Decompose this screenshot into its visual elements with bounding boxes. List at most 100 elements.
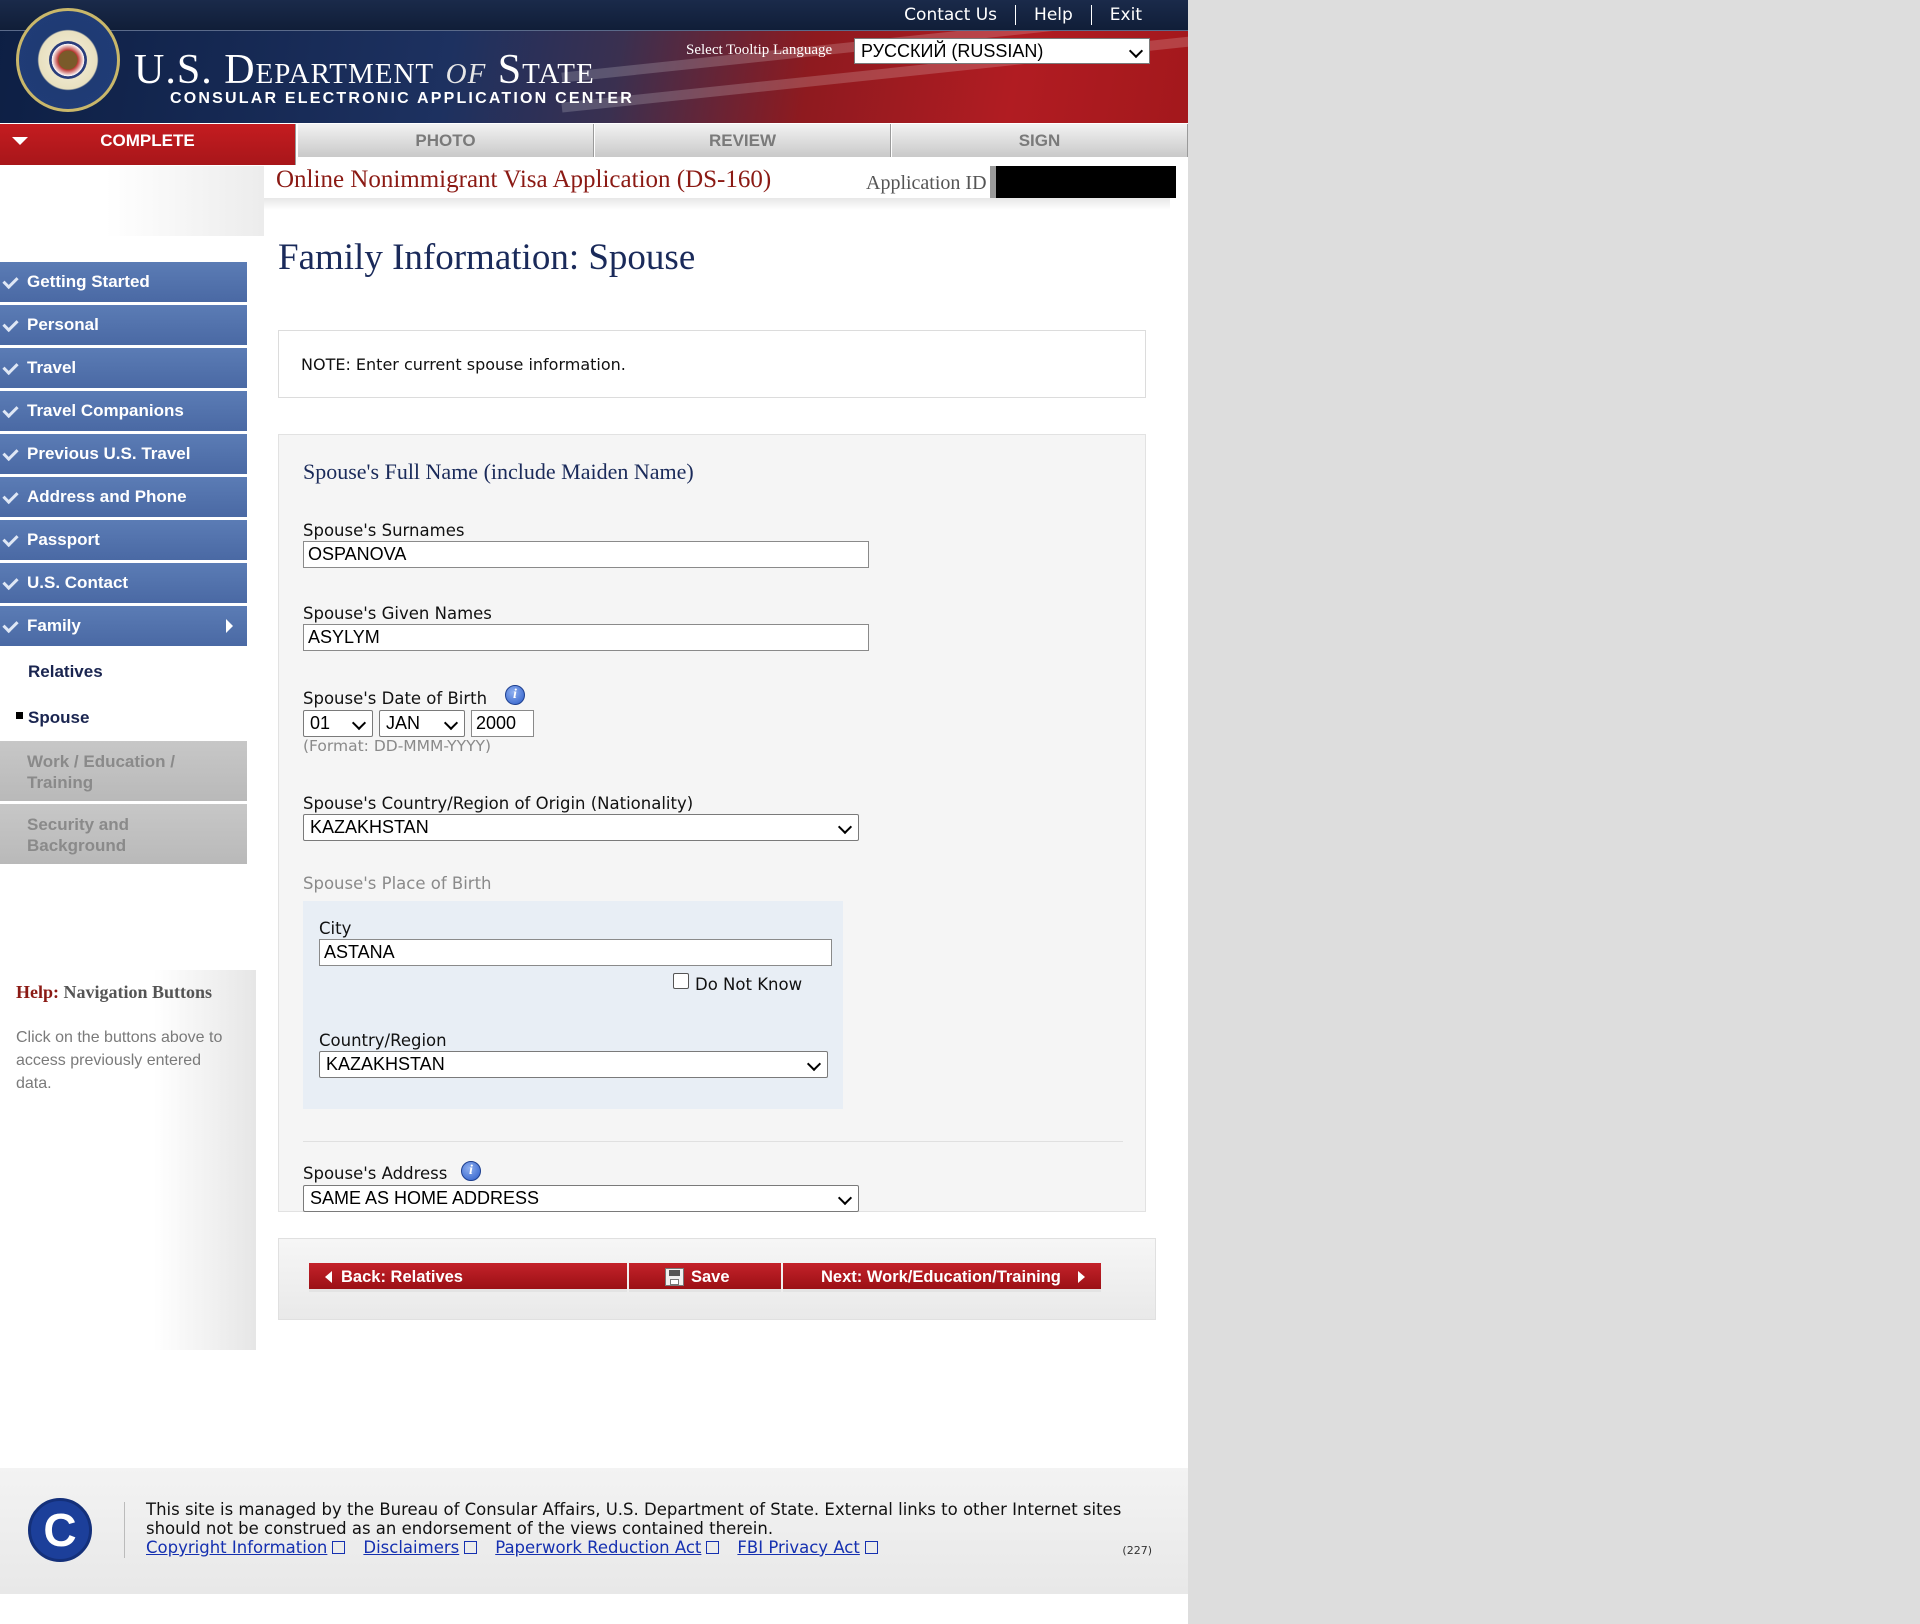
checkmark-icon	[2, 530, 19, 548]
back-button-label: Back: Relatives	[341, 1268, 463, 1286]
checkmark-icon	[2, 272, 19, 290]
sidebar-item-passport[interactable]: Passport	[0, 520, 247, 560]
paperwork-reduction-act-link[interactable]: Paperwork Reduction Act	[495, 1538, 720, 1557]
exit-link[interactable]: Exit	[1090, 5, 1160, 25]
sidebar-item-label: Address and Phone	[27, 487, 187, 506]
help-topic: Navigation Buttons	[63, 982, 213, 1002]
external-link-icon	[464, 1541, 478, 1554]
note-text: NOTE: Enter current spouse information.	[301, 355, 626, 374]
chevron-down-icon	[1128, 43, 1144, 59]
sidebar-item-label: Passport	[27, 530, 100, 549]
link-label: Disclaimers	[363, 1538, 460, 1557]
copyright-link[interactable]: Copyright Information	[146, 1538, 346, 1557]
dob-month-value: JAN	[386, 713, 421, 733]
country-value: KAZAKHSTAN	[326, 1054, 445, 1074]
country-select[interactable]: KAZAKHSTAN	[319, 1051, 828, 1078]
sidebar-item-travel[interactable]: Travel	[0, 348, 247, 388]
help-link[interactable]: Help	[1015, 5, 1091, 25]
note-box: NOTE: Enter current spouse information.	[278, 330, 1146, 398]
country-label: Country/Region	[319, 1031, 447, 1050]
page: Contact Us Help Exit U.S. Department of …	[0, 0, 1188, 1624]
eagle-icon	[49, 41, 87, 79]
footer-version: (227)	[1122, 1544, 1152, 1557]
info-icon[interactable]: i	[461, 1161, 481, 1181]
external-link-icon	[864, 1541, 878, 1554]
place-of-birth-panel: City ASTANA Do Not Know Country/Region K…	[303, 901, 843, 1109]
next-button-label: Next: Work/Education/Training	[821, 1268, 1061, 1286]
sidebar-item-previous-us-travel[interactable]: Previous U.S. Travel	[0, 434, 247, 474]
city-input[interactable]: ASTANA	[319, 939, 832, 966]
sidebar-item-work-education-training: Work / Education / Training	[0, 741, 247, 801]
do-not-know-checkbox[interactable]	[673, 973, 689, 989]
brand-subtitle: CONSULAR ELECTRONIC APPLICATION CENTER	[170, 90, 635, 107]
given-names-value: ASYLYM	[308, 627, 380, 647]
city-value: ASTANA	[324, 942, 395, 962]
save-button[interactable]: Save	[629, 1263, 781, 1292]
sidebar-item-label: Work / Education / Training	[27, 752, 175, 792]
place-of-birth-label: Spouse's Place of Birth	[303, 874, 492, 893]
dob-format-hint: (Format: DD-MMM-YYYY)	[303, 737, 492, 755]
disclaimers-link[interactable]: Disclaimers	[363, 1538, 478, 1557]
sidebar-nav: Getting Started Personal Travel Travel C…	[0, 262, 247, 867]
page-title: Family Information: Spouse	[278, 237, 696, 278]
surnames-label: Spouse's Surnames	[303, 521, 465, 540]
sidebar-item-us-contact[interactable]: U.S. Contact	[0, 563, 247, 603]
tab-sign[interactable]: SIGN	[892, 124, 1188, 157]
address-select[interactable]: SAME AS HOME ADDRESS	[303, 1185, 859, 1212]
sidebar-subitem-relatives[interactable]: Relatives	[0, 649, 247, 695]
nationality-select[interactable]: KAZAKHSTAN	[303, 814, 859, 841]
dob-day-select[interactable]: 01	[303, 710, 373, 737]
tooltip-language-label: Select Tooltip Language	[686, 42, 833, 58]
tab-label: REVIEW	[708, 131, 777, 150]
consular-affairs-logo-icon: C	[28, 1498, 92, 1562]
sidebar-item-family[interactable]: Family	[0, 606, 247, 646]
footer-disclaimer: This site is managed by the Bureau of Co…	[146, 1500, 1122, 1538]
tab-complete[interactable]: COMPLETE	[0, 124, 296, 165]
next-button[interactable]: Next: Work/Education/Training	[783, 1263, 1101, 1292]
top-bar: Contact Us Help Exit	[0, 0, 1188, 31]
sidebar-item-label: Personal	[27, 315, 99, 334]
sidebar-subitem-label: Spouse	[28, 708, 90, 727]
dob-month-select[interactable]: JAN	[379, 710, 465, 737]
footer-separator	[124, 1502, 125, 1558]
checkmark-icon	[2, 315, 19, 333]
dob-label: Spouse's Date of Birth	[303, 689, 488, 708]
brand-title-of: of	[445, 47, 487, 93]
given-names-input[interactable]: ASYLYM	[303, 624, 869, 651]
back-button[interactable]: Back: Relatives	[309, 1263, 627, 1292]
sidebar-item-label: Travel	[27, 358, 77, 377]
title-band	[264, 198, 1170, 210]
external-link-icon	[332, 1541, 346, 1554]
chevron-down-icon	[443, 715, 459, 731]
checkmark-icon	[2, 444, 19, 462]
sidebar-item-security-background: Security and Background	[0, 804, 247, 864]
application-id-label: Application ID	[866, 172, 987, 194]
sidebar-item-getting-started[interactable]: Getting Started	[0, 262, 247, 302]
app-title: Online Nonimmigrant Visa Application (DS…	[276, 166, 772, 193]
link-label: Paperwork Reduction Act	[495, 1538, 702, 1557]
address-label: Spouse's Address	[303, 1164, 448, 1183]
sidebar-subitem-spouse[interactable]: Spouse	[0, 695, 247, 741]
floppy-disk-icon	[665, 1268, 684, 1286]
tab-photo[interactable]: PHOTO	[298, 124, 594, 157]
tab-review[interactable]: REVIEW	[595, 124, 891, 157]
sidebar-item-address-and-phone[interactable]: Address and Phone	[0, 477, 247, 517]
brand-title-suffix: State	[497, 47, 595, 93]
contact-us-link[interactable]: Contact Us	[886, 5, 1015, 25]
department-seal-icon	[16, 8, 120, 112]
sidebar-item-label: Getting Started	[27, 272, 150, 291]
do-not-know-label: Do Not Know	[695, 975, 803, 994]
chevron-down-icon	[837, 819, 853, 835]
top-links: Contact Us Help Exit	[886, 0, 1160, 30]
surnames-input[interactable]: OSPANOVA	[303, 541, 869, 568]
fbi-privacy-act-link[interactable]: FBI Privacy Act	[737, 1538, 878, 1557]
info-icon[interactable]: i	[505, 685, 525, 705]
current-bullet-icon	[16, 712, 23, 719]
checkmark-icon	[2, 487, 19, 505]
dob-year-input[interactable]: 2000	[471, 710, 534, 737]
sidebar-item-personal[interactable]: Personal	[0, 305, 247, 345]
dob-year-value: 2000	[476, 713, 517, 733]
tab-label: COMPLETE	[100, 131, 195, 150]
sidebar-item-travel-companions[interactable]: Travel Companions	[0, 391, 247, 431]
tooltip-language-select[interactable]: РУССКИЙ (RUSSIAN)	[854, 38, 1150, 64]
